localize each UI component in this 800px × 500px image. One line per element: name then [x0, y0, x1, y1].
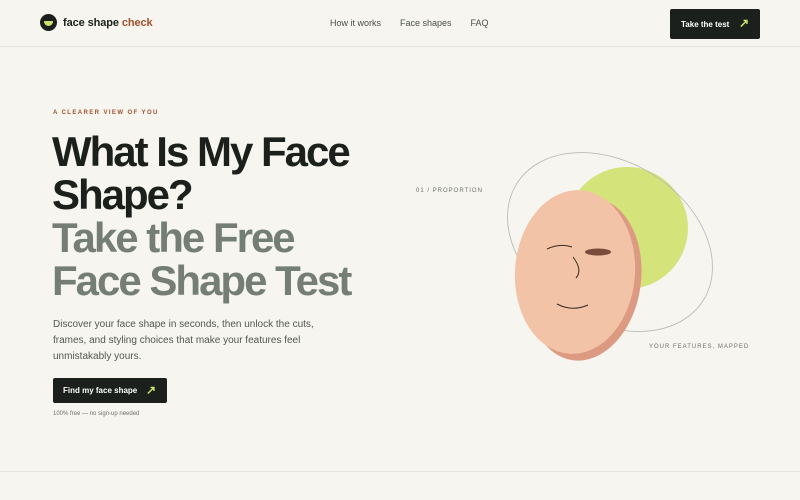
hero-title-secondary: Take the Free Face Shape Test [52, 214, 352, 304]
site-header: face shape check How it works Face shape… [0, 0, 800, 47]
face-illustration [507, 152, 713, 361]
hero-description: Discover your face shape in seconds, the… [53, 319, 314, 362]
nav-face-shapes[interactable]: Face shapes [400, 18, 452, 28]
hero-title-primary: What Is My Face Shape? [52, 128, 351, 218]
hero-title: What Is My Face Shape? Take the Free Fac… [52, 130, 372, 302]
find-my-face-shape-label: Find my face shape [63, 386, 138, 395]
proportion-label: 01 / PROPORTION [416, 188, 483, 194]
bowl-logo-icon [40, 14, 57, 31]
main-nav: How it works Face shapes FAQ [330, 18, 489, 28]
take-the-test-button[interactable]: Take the test ↗ [670, 9, 760, 39]
nav-how-it-works[interactable]: How it works [330, 18, 381, 28]
features-mapped-label: YOUR FEATURES, MAPPED [649, 344, 750, 350]
arrow-up-right-icon: ↗ [146, 383, 157, 397]
section-divider [0, 471, 800, 472]
arrow-up-right-icon: ↗ [739, 16, 750, 30]
free-note: 100% free — no sign-up needed [53, 411, 140, 417]
find-my-face-shape-button[interactable]: Find my face shape ↗ [53, 378, 167, 403]
brand-logo[interactable]: face shape check [40, 14, 153, 31]
hero-eyebrow: A CLEARER VIEW OF YOU [53, 110, 159, 116]
nav-faq[interactable]: FAQ [471, 18, 489, 28]
take-the-test-label: Take the test [681, 19, 730, 29]
brand-accent-word: check [121, 16, 153, 29]
brand-name: face shape check [63, 16, 153, 29]
right-eye [585, 248, 611, 256]
